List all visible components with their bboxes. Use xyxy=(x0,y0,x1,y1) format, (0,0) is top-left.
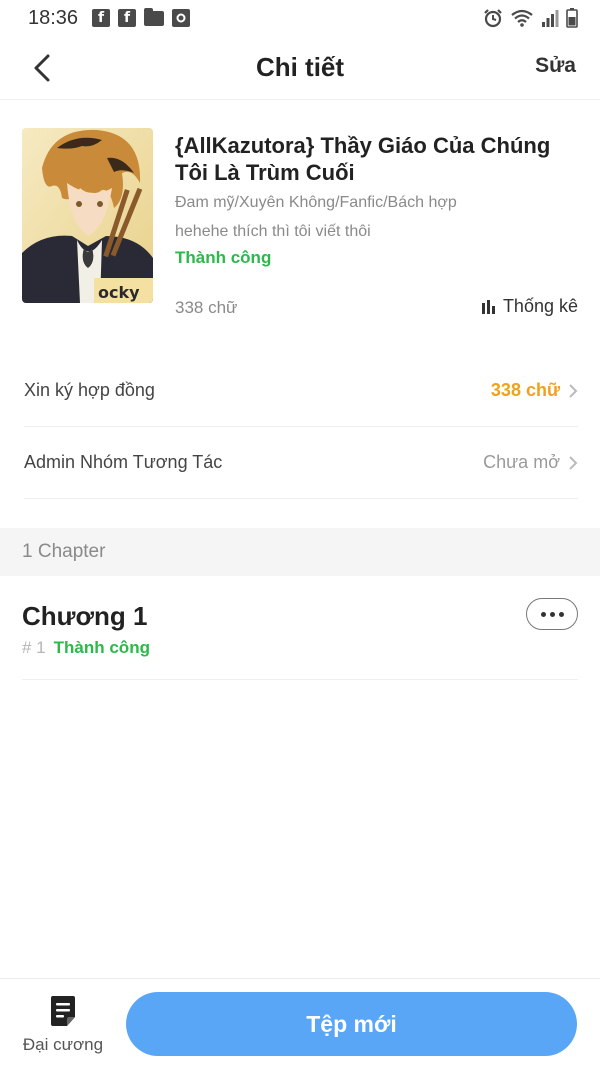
chevron-right-icon xyxy=(568,383,578,399)
row-contract-value: 338 chữ xyxy=(490,380,560,400)
stats-label: Thống kê xyxy=(502,296,578,316)
chapter-count-header: 1 Chapter xyxy=(0,528,600,576)
edit-button[interactable]: Sửa xyxy=(535,54,576,78)
signal-icon xyxy=(542,10,559,27)
book-title: {AllKazutora} Thầy Giáo Của Chúng Tôi Là… xyxy=(175,133,551,185)
document-icon xyxy=(51,996,75,1026)
more-dot-icon xyxy=(540,611,546,617)
cover-text: ocky xyxy=(98,283,140,302)
row-admin-group[interactable]: Admin Nhóm Tương Tác Chưa mở xyxy=(24,427,578,499)
system-icons xyxy=(483,8,578,28)
stats-button[interactable]: Thống kê xyxy=(481,296,578,317)
notification-icons: f f xyxy=(92,7,191,27)
chapter-status: Thành công xyxy=(53,638,150,657)
book-cover[interactable]: ocky xyxy=(22,128,153,303)
outline-label: Đại cương xyxy=(22,1035,104,1054)
row-admin-group-label: Admin Nhóm Tương Tác xyxy=(24,452,223,472)
wifi-icon xyxy=(511,9,533,27)
status-time: 18:36 xyxy=(28,6,79,29)
folder-icon xyxy=(144,7,165,26)
chapter-more-button[interactable] xyxy=(526,598,578,630)
outline-button[interactable]: Đại cương xyxy=(18,995,108,1059)
bottom-bar: Đại cương Tệp mới xyxy=(0,978,600,1067)
facebook-icon: f xyxy=(118,9,137,27)
book-info: ocky {AllKazutora} Thầy Giáo Của Chúng T… xyxy=(22,128,578,318)
book-word-count: 338 chữ xyxy=(175,298,238,317)
more-dot-icon xyxy=(549,611,555,617)
page-title: Chi tiết xyxy=(255,52,345,82)
facebook-icon: f xyxy=(92,9,111,27)
row-contract-label: Xin ký hợp đồng xyxy=(24,380,155,400)
back-button[interactable] xyxy=(24,50,60,86)
app-header: Chi tiết Sửa xyxy=(0,36,600,100)
book-genres: Đam mỹ/Xuyên Không/Fanfic/Bách hợp xyxy=(175,194,457,211)
chapter-number: # 1 xyxy=(22,638,46,657)
camera-icon xyxy=(172,9,191,27)
battery-icon xyxy=(566,8,578,28)
chevron-right-icon xyxy=(568,455,578,471)
chapter-item[interactable]: Chương 1 # 1 Thành công xyxy=(22,588,578,680)
book-status: Thành công xyxy=(175,248,272,267)
chevron-left-icon xyxy=(34,54,50,82)
chapter-meta: # 1 Thành công xyxy=(22,638,150,658)
alarm-icon xyxy=(484,9,502,28)
new-file-button[interactable]: Tệp mới xyxy=(126,992,577,1056)
bar-chart-icon xyxy=(481,299,495,314)
chapter-title: Chương 1 xyxy=(22,601,148,631)
book-description: hehehe thích thì tôi viết thôi xyxy=(175,223,371,240)
row-contract[interactable]: Xin ký hợp đồng 338 chữ xyxy=(24,355,578,427)
row-admin-group-value: Chưa mở xyxy=(483,452,560,472)
more-dot-icon xyxy=(558,611,564,617)
status-bar: 18:36 f f xyxy=(0,0,600,36)
